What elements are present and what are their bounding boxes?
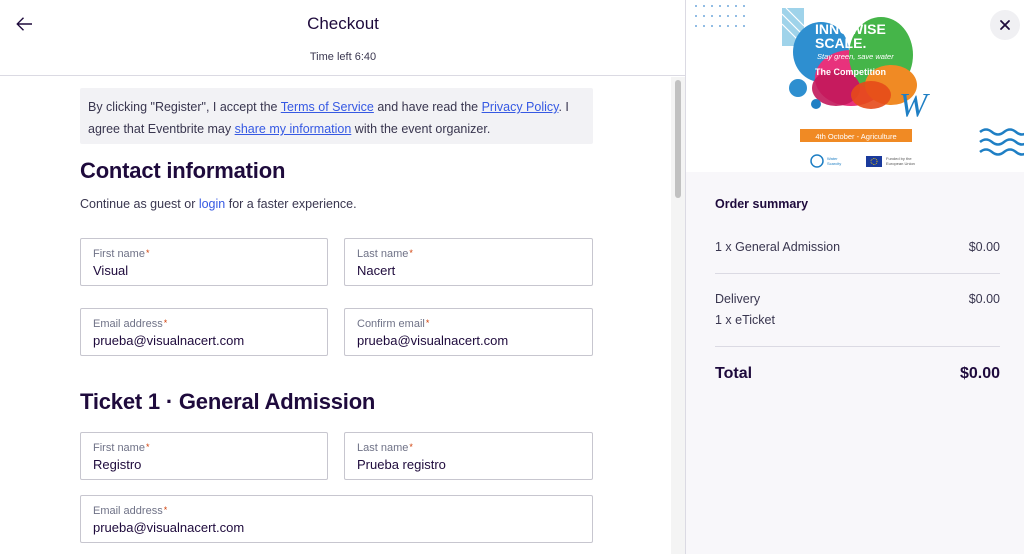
banner-date: 4th October - Agriculture — [815, 132, 896, 141]
ticket-first-name-field[interactable]: First name* — [80, 432, 328, 480]
field-label: Last name* — [357, 248, 413, 260]
ticket-first-name-input[interactable] — [93, 457, 313, 472]
last-name-input[interactable] — [357, 263, 577, 278]
checkout-header: Checkout Time left 6:40 — [0, 0, 686, 76]
ticket-last-name-input[interactable] — [357, 457, 577, 472]
divider — [715, 273, 1000, 274]
privacy-policy-link[interactable]: Privacy Policy — [482, 100, 559, 114]
line-item-price: $0.00 — [968, 240, 1000, 254]
terms-of-service-link[interactable]: Terms of Service — [281, 100, 374, 114]
close-icon — [1000, 20, 1010, 30]
banner-competition: The Competition — [815, 67, 886, 77]
field-label: First name* — [93, 442, 150, 454]
order-panel: INNOWISE SCALE. Stay green, save water T… — [686, 0, 1024, 554]
field-label: Last name* — [357, 442, 413, 454]
notice-text: and have read the — [373, 100, 482, 114]
field-label: Email address* — [93, 318, 168, 330]
partner-text: European Union — [886, 161, 915, 166]
divider — [715, 346, 1000, 347]
ticket-email-input[interactable] — [93, 520, 313, 535]
field-label: Email address* — [93, 505, 168, 517]
notice-text: with the event organizer. — [351, 122, 491, 136]
delivery-detail: 1 x eTicket — [715, 313, 775, 327]
first-name-field[interactable]: First name* — [80, 238, 328, 286]
share-info-link[interactable]: share my information — [235, 122, 352, 136]
terms-notice: By clicking "Register", I accept the Ter… — [80, 88, 593, 144]
total-label: Total — [715, 365, 753, 382]
login-link[interactable]: login — [199, 197, 225, 211]
notice-text: By clicking "Register", I accept the — [88, 100, 281, 114]
confirm-email-input[interactable] — [357, 333, 577, 348]
order-summary-title: Order summary — [715, 197, 809, 211]
confirm-email-field[interactable]: Confirm email* — [344, 308, 593, 356]
checkout-panel: Checkout Time left 6:40 By clicking "Reg… — [0, 0, 686, 554]
email-input[interactable] — [93, 333, 313, 348]
banner-title-line2: SCALE. — [815, 35, 866, 51]
line-item-label: 1 x General Admission — [715, 240, 841, 254]
event-banner-image: INNOWISE SCALE. Stay green, save water T… — [695, 5, 1024, 168]
delivery-label: Delivery — [715, 292, 761, 306]
banner-logo: W — [899, 87, 930, 124]
scrollbar-thumb[interactable] — [675, 80, 681, 198]
event-banner: INNOWISE SCALE. Stay green, save water T… — [686, 0, 1024, 172]
field-label: First name* — [93, 248, 150, 260]
banner-tagline: Stay green, save water — [817, 52, 894, 61]
page-title: Checkout — [307, 14, 379, 33]
guest-prefix: Continue as guest or — [80, 197, 199, 211]
guest-suffix: for a faster experience. — [225, 197, 357, 211]
last-name-field[interactable]: Last name* — [344, 238, 593, 286]
ticket-heading: Ticket 1 · General Admission — [80, 389, 376, 414]
ticket-last-name-field[interactable]: Last name* — [344, 432, 593, 480]
total-value: $0.00 — [959, 365, 1000, 382]
ticket-email-field[interactable]: Email address* — [80, 495, 593, 543]
field-label: Confirm email* — [357, 318, 430, 330]
partner-text: Scarcity — [827, 161, 841, 166]
guest-text: Continue as guest or login for a faster … — [80, 197, 357, 211]
contact-heading: Contact information — [80, 158, 286, 183]
time-left: Time left 6:40 — [309, 51, 377, 63]
delivery-price: $0.00 — [968, 292, 1000, 306]
first-name-input[interactable] — [93, 263, 313, 278]
email-field[interactable]: Email address* — [80, 308, 328, 356]
close-button[interactable] — [990, 10, 1020, 40]
